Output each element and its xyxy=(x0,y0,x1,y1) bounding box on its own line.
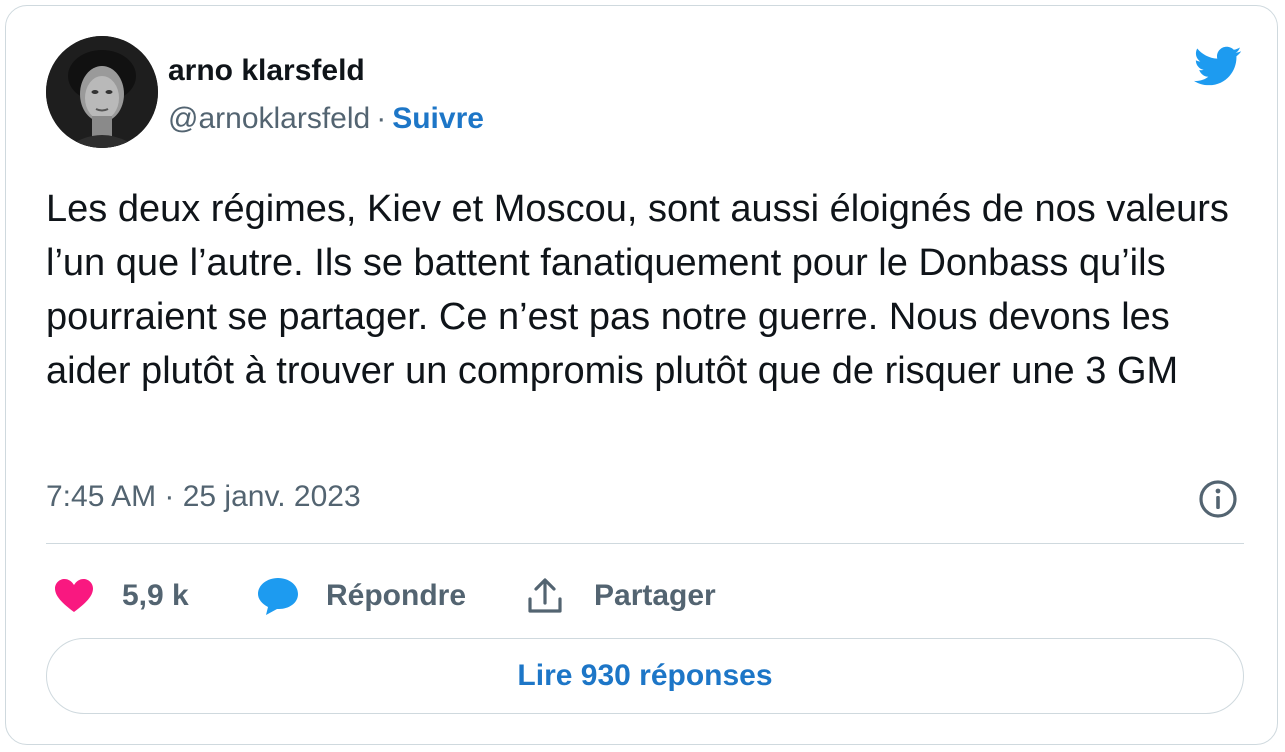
read-replies-button[interactable]: Lire 930 réponses xyxy=(46,638,1244,714)
author-name[interactable]: arno klarsfeld xyxy=(168,54,365,88)
author-handle-row: @arnoklarsfeld · Suivre xyxy=(168,102,484,136)
reply-button[interactable]: Répondre xyxy=(256,566,466,626)
divider xyxy=(46,543,1244,544)
tweet-card: arno klarsfeld @arnoklarsfeld · Suivre Les… xyxy=(5,5,1278,745)
author-handle[interactable]: @arnoklarsfeld xyxy=(168,102,370,135)
twitter-bird-icon[interactable] xyxy=(1187,41,1247,91)
follow-button[interactable]: Suivre xyxy=(392,102,484,135)
share-button[interactable]: Partager xyxy=(526,566,716,626)
share-label: Partager xyxy=(594,579,716,612)
heart-icon xyxy=(55,579,93,612)
speech-bubble-icon xyxy=(258,578,298,615)
tweet-text: Les deux régimes, Kiev et Moscou, sont a… xyxy=(46,188,1229,392)
separator-dot: · xyxy=(376,102,387,135)
share-upload-icon xyxy=(528,578,562,613)
like-count: 5,9 k xyxy=(122,579,189,612)
like-button[interactable]: 5,9 k xyxy=(54,566,189,626)
tweet-timestamp[interactable]: 7:45 AM · 25 janv. 2023 xyxy=(46,480,361,514)
avatar[interactable] xyxy=(46,36,158,148)
reply-label: Répondre xyxy=(326,579,467,612)
info-icon[interactable] xyxy=(1196,477,1240,521)
